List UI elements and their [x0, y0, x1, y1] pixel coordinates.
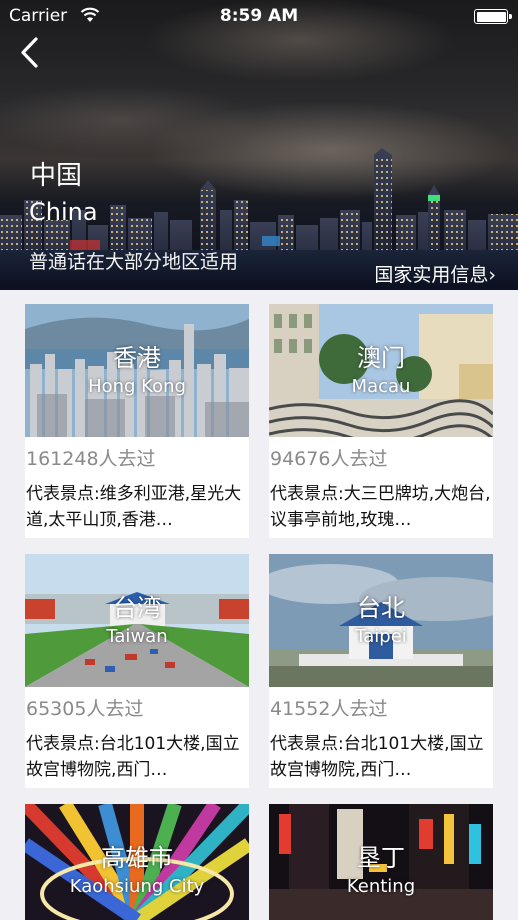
status-time: 8:59 AM: [219, 6, 299, 26]
country-name-cn: 中国: [30, 161, 83, 191]
destination-image: 台北 Taipei: [269, 554, 493, 687]
destination-name-cn: 高雄市: [101, 844, 173, 872]
destination-card-hong-kong[interactable]: 香港 Hong Kong 161248人去过 代表景点:维多利亚港,星光大道,太…: [25, 304, 249, 538]
hero-banner: Carrier 8:59 AM 中国 China 普通话在大部分地区适用 国家实…: [0, 0, 518, 290]
highlights-text: 代表景点:大三巴牌坊,大炮台,议事亭前地,玫瑰…: [270, 484, 491, 530]
country-name-en: China: [29, 198, 98, 226]
visit-count: 161248人去过: [26, 448, 156, 470]
destination-name-en: Hong Kong: [88, 376, 186, 397]
language-note: 普通话在大部分地区适用: [29, 251, 239, 273]
visit-count: 65305人去过: [26, 698, 144, 720]
destination-card-taipei[interactable]: 台北 Taipei 41552人去过 代表景点:台北101大楼,国立故宫博物院,…: [269, 554, 493, 788]
destination-name-cn: 垦丁: [357, 844, 405, 872]
destination-image: 台湾 Taiwan: [25, 554, 249, 687]
destination-card-kaohsiung[interactable]: 高雄市 Kaohsiung City: [25, 804, 249, 920]
highlights-text: 代表景点:维多利亚港,星光大道,太平山顶,香港…: [26, 484, 242, 530]
highlights-text: 代表景点:台北101大楼,国立故宫博物院,西门…: [26, 734, 240, 780]
destination-name-en: Kaohsiung City: [69, 876, 205, 897]
highlights-text: 代表景点:台北101大楼,国立故宫博物院,西门…: [270, 734, 484, 780]
visit-count: 41552人去过: [270, 698, 388, 720]
back-button[interactable]: [16, 34, 50, 72]
country-info-link[interactable]: 国家实用信息›: [374, 260, 496, 287]
destination-name-cn: 香港: [113, 344, 161, 372]
destination-image: 高雄市 Kaohsiung City: [25, 804, 249, 920]
battery-icon: [474, 9, 512, 24]
destination-image: 香港 Hong Kong: [25, 304, 249, 437]
destination-image: 垦丁 Kenting: [269, 804, 493, 920]
destination-name-cn: 台北: [357, 594, 405, 622]
destination-card-taiwan[interactable]: 台湾 Taiwan 65305人去过 代表景点:台北101大楼,国立故宫博物院,…: [25, 554, 249, 788]
destination-card-kenting[interactable]: 垦丁 Kenting: [269, 804, 493, 920]
destination-card-macau[interactable]: 澳门 Macau 94676人去过 代表景点:大三巴牌坊,大炮台,议事亭前地,玫…: [269, 304, 493, 538]
destination-name-en: Taiwan: [106, 626, 168, 647]
chevron-left-icon: [21, 37, 38, 68]
destination-name-en: Kenting: [346, 876, 416, 897]
destination-image: 澳门 Macau: [269, 304, 493, 437]
destination-name-en: Taipei: [355, 626, 407, 647]
status-bar: Carrier 8:59 AM: [0, 0, 518, 34]
destination-name-cn: 台湾: [113, 594, 161, 622]
visit-count: 94676人去过: [270, 448, 388, 470]
destination-name-en: Macau: [351, 376, 411, 397]
destination-name-cn: 澳门: [357, 344, 405, 372]
